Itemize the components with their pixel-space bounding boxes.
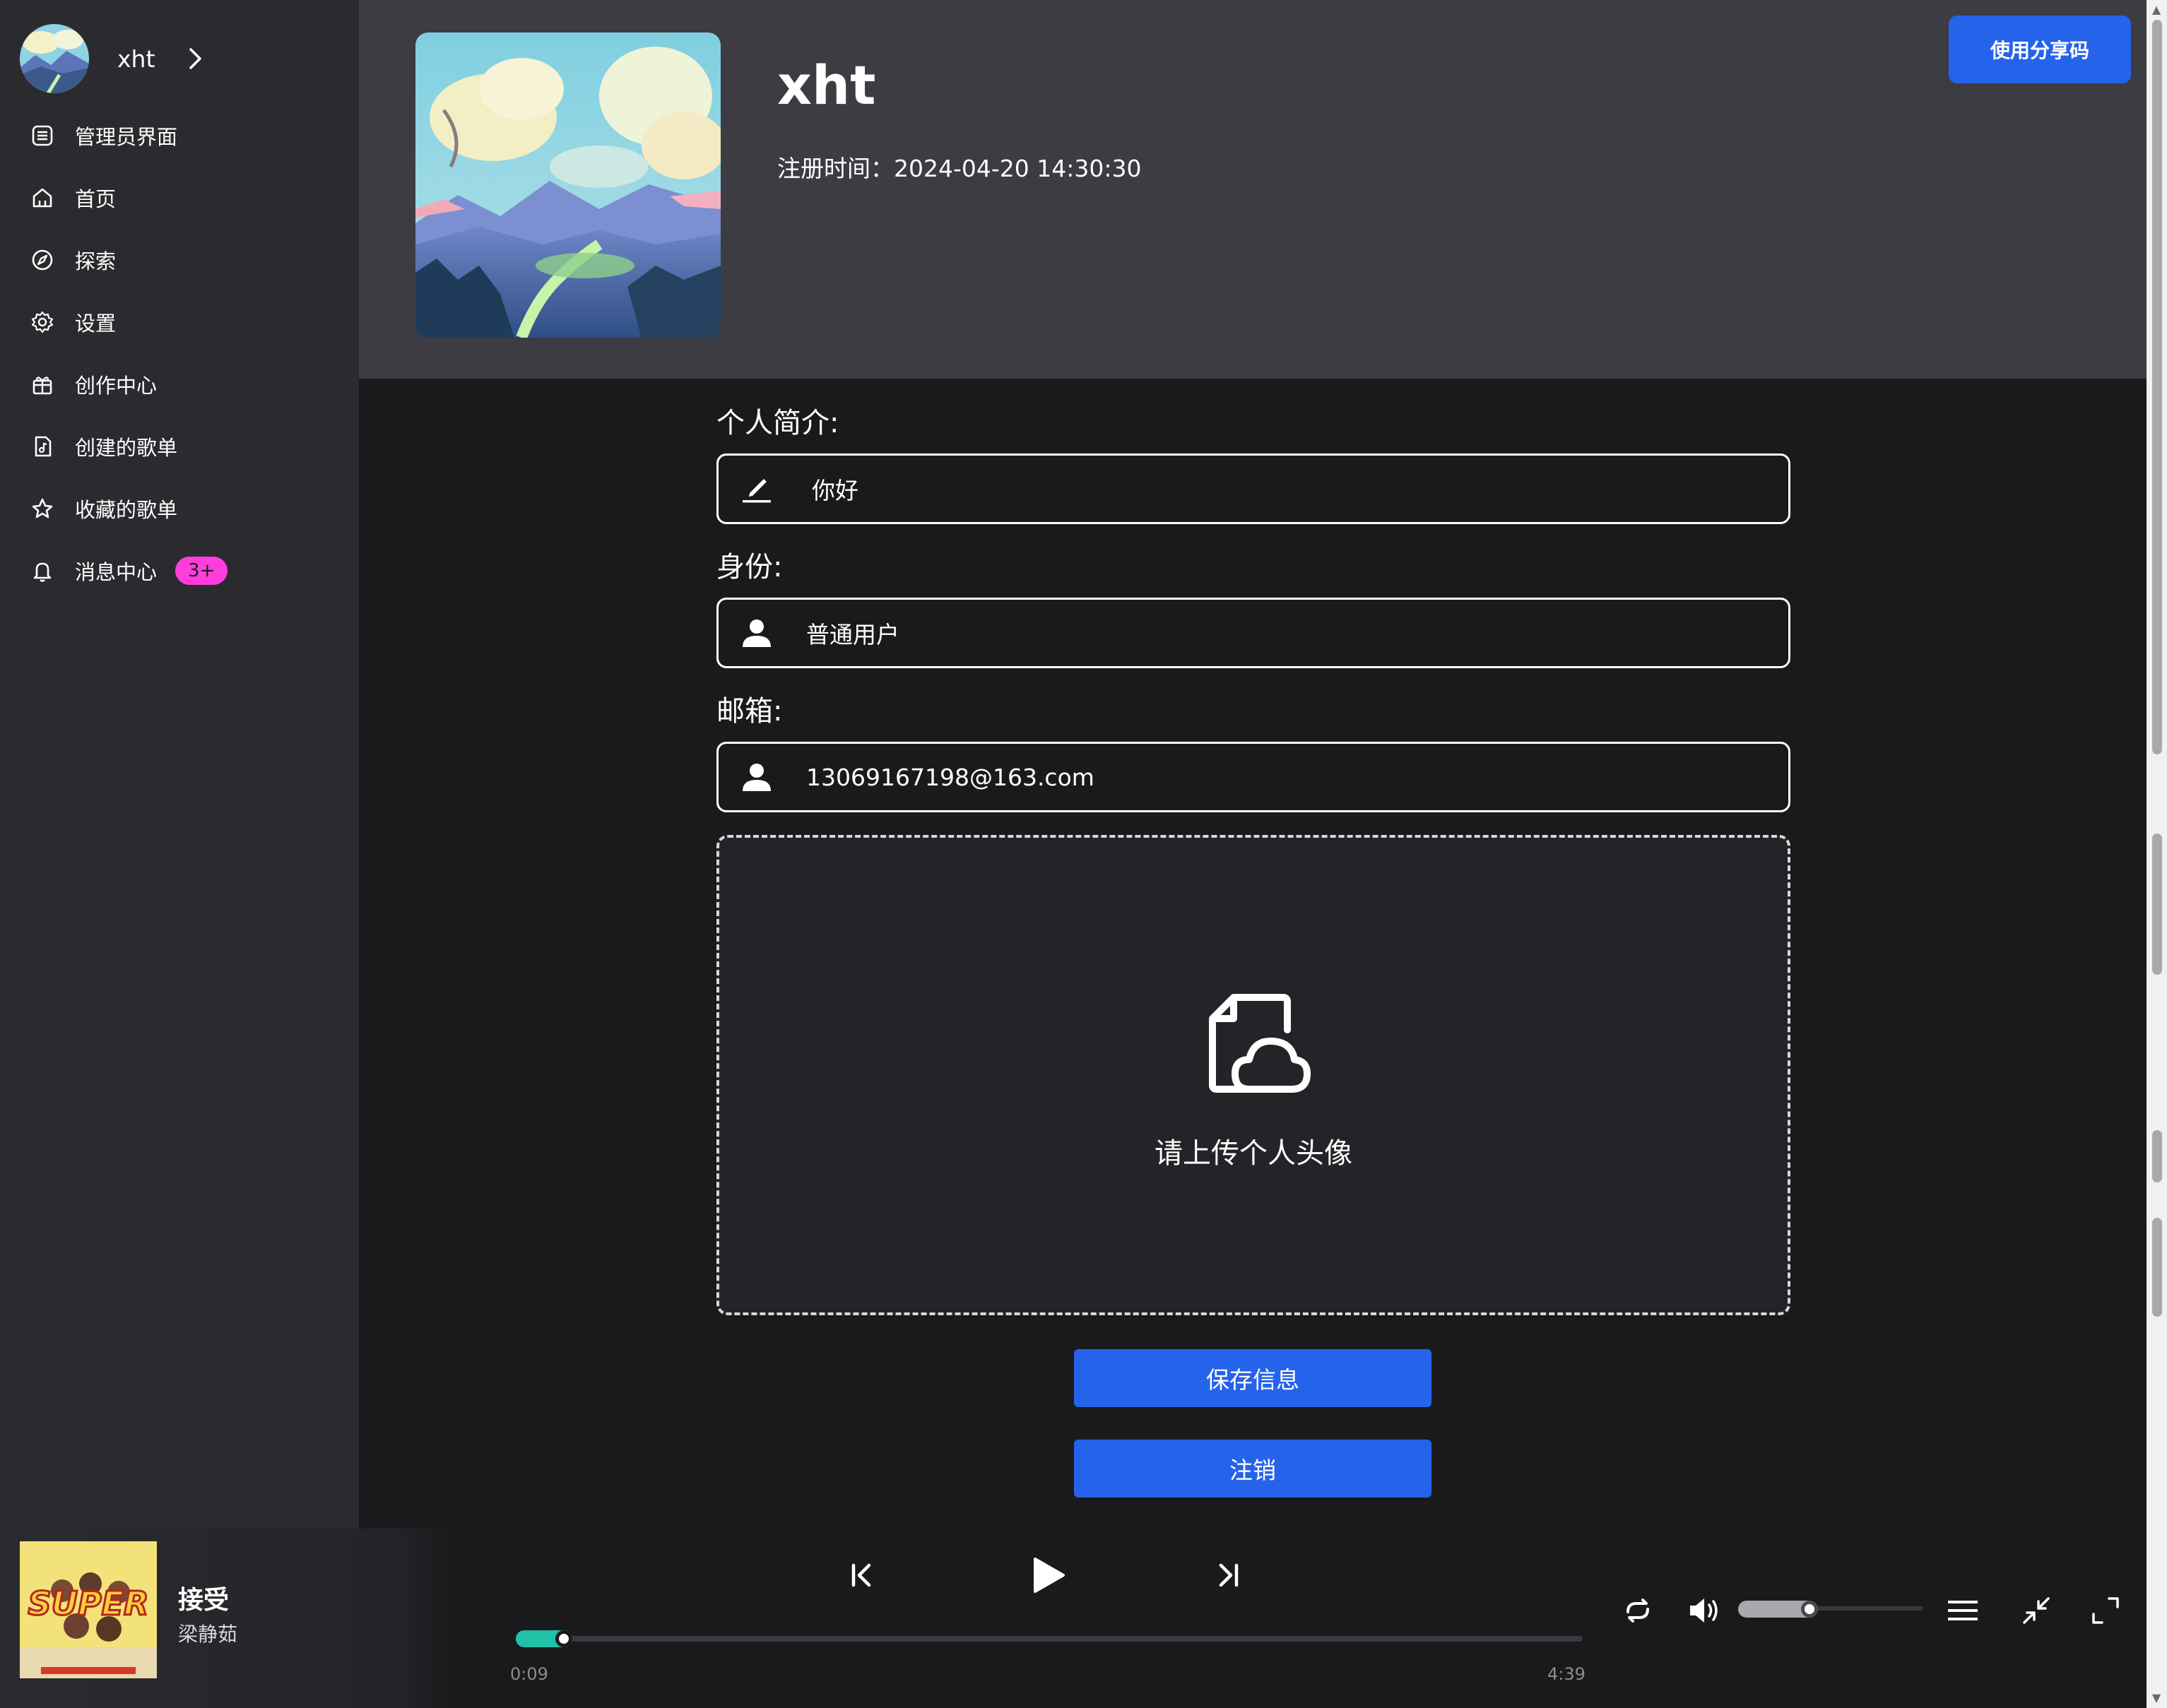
current-time: 0:09 [510,1664,548,1684]
bell-icon [30,558,55,583]
list-icon [30,123,55,148]
music-file-icon [30,434,55,459]
skip-next-icon [1219,1563,1239,1587]
sidebar-item-created-playlists[interactable]: 创建的歌单 [0,415,359,478]
play-icon [1034,1558,1065,1593]
file-cloud-upload-icon [1209,994,1311,1093]
sidebar-nav: 管理员界面 首页 探索 设置 创作中心 创建的歌单 收藏的歌单 消息中心 3+ [0,105,359,602]
sidebar-item-creator-center[interactable]: 创作中心 [0,353,359,415]
home-icon [30,185,55,210]
song-title: 接受 [178,1586,230,1615]
chevron-right-icon[interactable] [183,47,207,71]
repeat-button[interactable] [1621,1594,1655,1627]
sidebar-profile[interactable]: xht [20,24,207,93]
sidebar-item-label: 探索 [75,249,117,273]
scroll-down-arrow[interactable]: ▼ [2149,1691,2164,1705]
play-button[interactable] [1027,1554,1070,1596]
email-label: 邮箱: [716,695,783,728]
minimize-player-button[interactable] [2019,1594,2053,1627]
next-button[interactable] [1211,1558,1245,1592]
role-value: 普通用户 [806,621,899,648]
upload-prompt: 请上传个人头像 [1155,1137,1352,1170]
avatar-upload-area[interactable]: 请上传个人头像 [716,835,1790,1315]
user-icon [743,619,771,647]
user-icon [743,764,771,791]
email-value: 13069167198@163.com [806,763,1094,791]
bio-field[interactable]: 你好 [716,453,1790,524]
volume-icon [1690,1599,1718,1623]
sidebar-item-label: 首页 [75,187,117,211]
sidebar-item-label: 创建的歌单 [75,436,178,460]
sidebar-item-label: 管理员界面 [75,125,178,149]
music-player: SUPER 接受 梁静茹 0:09 4:39 [0,1529,2147,1708]
total-time: 4:39 [1547,1664,1586,1684]
page-title: xht [777,54,876,117]
volume-button[interactable] [1686,1592,1723,1629]
star-icon [30,496,55,521]
scroll-up-arrow[interactable]: ▲ [2149,3,2164,17]
notification-badge: 3+ [175,557,228,585]
sidebar-item-admin[interactable]: 管理员界面 [0,105,359,167]
save-button[interactable]: 保存信息 [1074,1349,1431,1407]
sidebar-item-home[interactable]: 首页 [0,167,359,229]
progress-handle[interactable] [555,1630,572,1647]
gear-icon [30,309,55,335]
sidebar-item-label: 消息中心 [75,560,158,584]
skip-previous-icon [851,1563,871,1587]
playlist-button[interactable] [1946,1594,1980,1627]
sidebar-item-messages[interactable]: 消息中心 3+ [0,540,359,602]
song-artist[interactable]: 梁静茹 [178,1619,237,1647]
menu-list-icon [1948,1601,1978,1620]
volume-handle[interactable] [1801,1601,1819,1618]
progress-track[interactable] [516,1636,1583,1642]
sidebar-item-label: 收藏的歌单 [75,498,178,522]
edit-icon [743,479,771,503]
fullscreen-icon [2092,1597,2119,1624]
previous-button[interactable] [845,1558,879,1592]
registration-time: 注册时间：2024-04-20 14:30:30 [777,155,1142,182]
app-root: xht 管理员界面 首页 探索 设置 创作中心 创建的歌单 收藏的歌单 消息中心… [0,0,2167,1708]
compass-icon [30,247,55,273]
scrollbar-thumb-quaternary[interactable] [2152,1218,2162,1317]
email-field[interactable]: 13069167198@163.com [716,742,1790,812]
scrollbar-thumb[interactable] [2152,20,2162,754]
gift-icon [30,372,55,397]
album-art[interactable]: SUPER [20,1541,157,1678]
share-code-button[interactable]: 使用分享码 [1949,16,2131,83]
scrollbar-thumb-tertiary[interactable] [2152,1130,2162,1182]
bio-value: 你好 [812,477,858,504]
repeat-icon [1626,1599,1649,1623]
sidebar-item-explore[interactable]: 探索 [0,229,359,291]
sidebar-item-settings[interactable]: 设置 [0,291,359,353]
role-field[interactable]: 普通用户 [716,598,1790,668]
bio-label: 个人简介: [716,407,839,439]
sidebar-item-favorite-playlists[interactable]: 收藏的歌单 [0,478,359,540]
logout-button[interactable]: 注销 [1074,1440,1431,1498]
collapse-icon [2023,1597,2050,1624]
album-art-text: SUPER [28,1584,148,1623]
sidebar-item-label: 创作中心 [75,374,158,398]
fullscreen-button[interactable] [2089,1594,2122,1627]
sidebar: xht 管理员界面 首页 探索 设置 创作中心 创建的歌单 收藏的歌单 消息中心… [0,0,359,1708]
profile-header: xht 注册时间：2024-04-20 14:30:30 使用分享码 [359,0,2147,379]
sidebar-username: xht [117,45,155,73]
profile-cover-image [415,32,721,338]
avatar[interactable] [20,24,89,93]
sidebar-item-label: 设置 [75,312,117,336]
role-label: 身份: [716,551,783,583]
scrollbar-thumb-secondary[interactable] [2152,834,2162,975]
